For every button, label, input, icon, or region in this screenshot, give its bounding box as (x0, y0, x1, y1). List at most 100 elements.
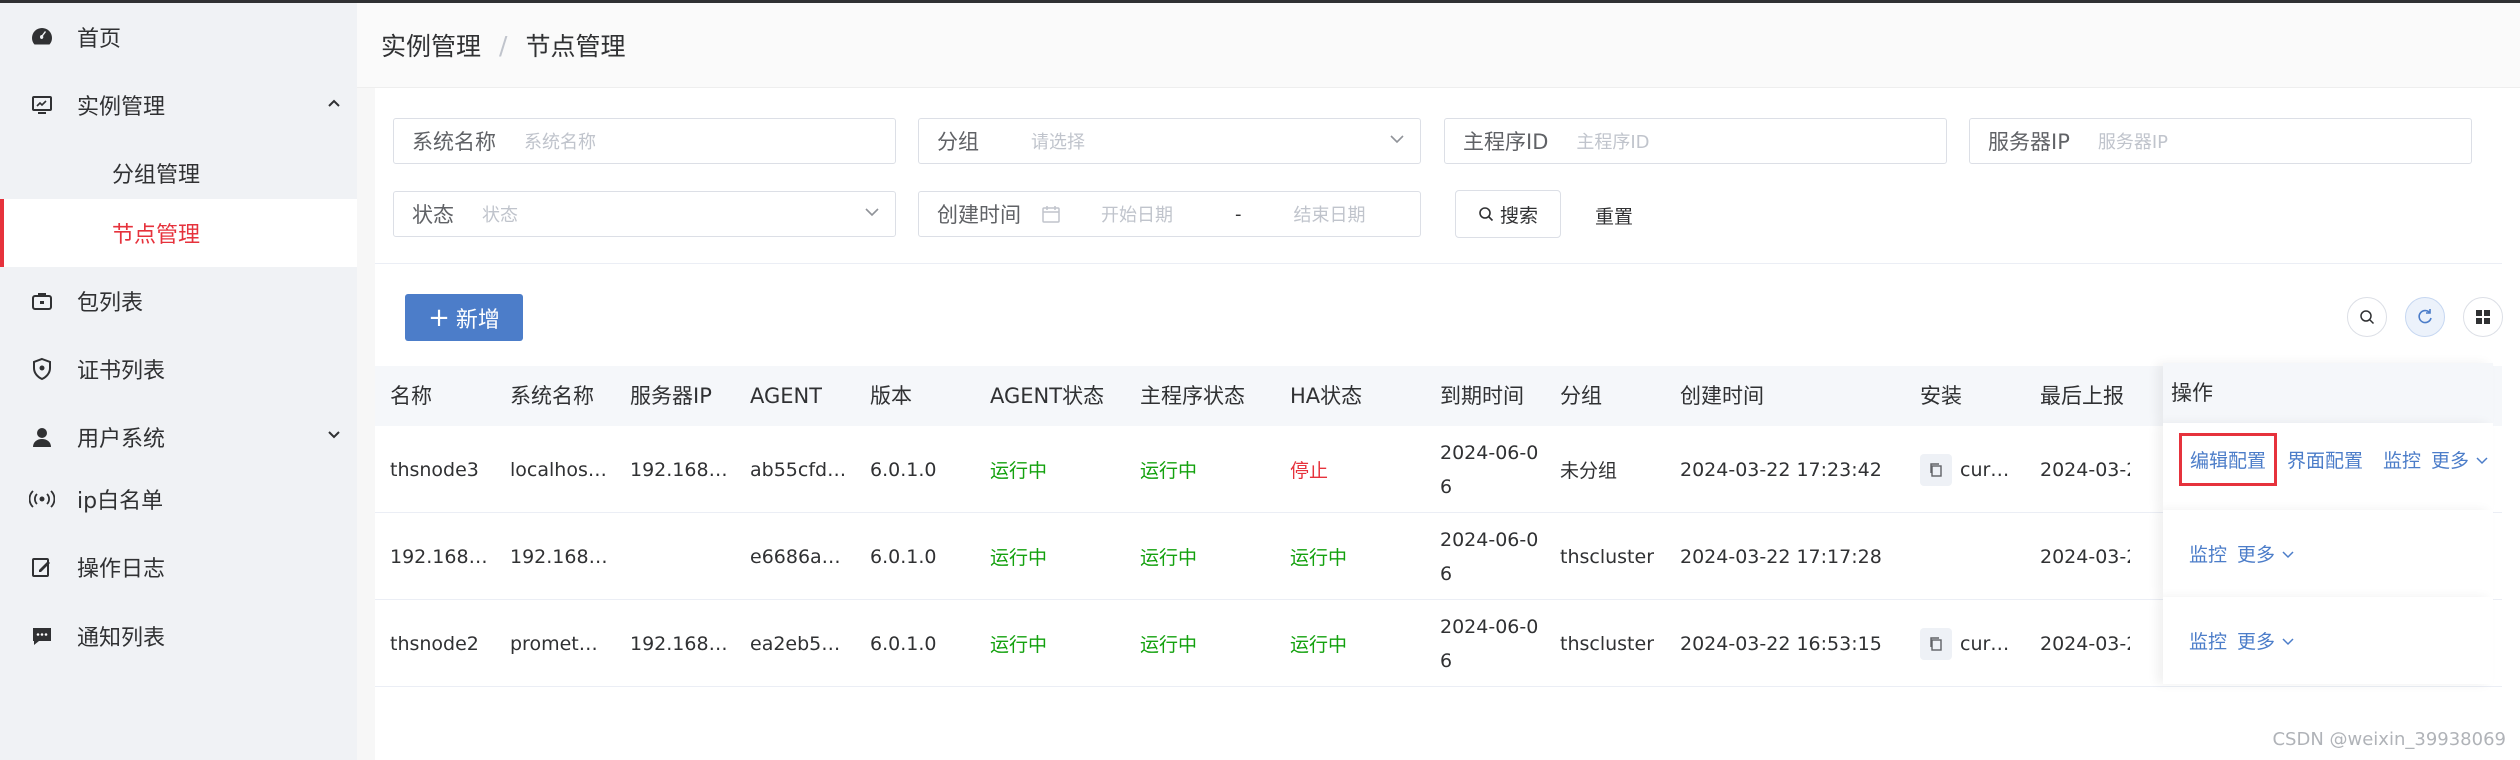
main-program-id-field[interactable]: 主程序ID 主程序ID (1444, 118, 1947, 164)
more-dropdown[interactable]: 更多 (2431, 446, 2489, 473)
sidebar-item-group-management[interactable]: 分组管理 (0, 139, 357, 207)
breadcrumb-item[interactable]: 实例管理 (381, 27, 481, 63)
column-header-operations: 操作 (2171, 381, 2213, 405)
cell-agent: ab55cfd… (750, 458, 847, 481)
search-icon (2359, 309, 2375, 325)
field-label: 服务器IP (1988, 130, 2070, 154)
cell-system-name: promet… (510, 632, 598, 655)
cell-agent-status: 运行中 (990, 634, 1048, 656)
cell-agent-status: 运行中 (990, 547, 1048, 569)
cell-expire-time: 2024-06-0 6 (1440, 513, 1540, 600)
sidebar-item-package-list[interactable]: 包列表 (0, 267, 357, 335)
expire-date: 2024-06-0 (1440, 441, 1539, 464)
monitor-icon (28, 91, 56, 119)
sidebar-item-node-management[interactable]: 节点管理 (0, 199, 357, 267)
ops-column-header: 操作 (2163, 363, 2493, 423)
sidebar-item-certificate-list[interactable]: 证书列表 (0, 335, 357, 403)
breadcrumb: 实例管理 / 节点管理 (357, 3, 2520, 88)
expire-date: 2024-06-0 (1440, 615, 1539, 638)
install-command: cur… (1960, 632, 2010, 655)
column-header-created-time: 创建时间 (1680, 384, 1764, 408)
field-label: 创建时间 (937, 203, 1021, 227)
dashboard-icon (28, 23, 56, 51)
cell-ha-status: 运行中 (1290, 547, 1348, 569)
sidebar-item-label: 证书列表 (77, 359, 166, 384)
copy-icon[interactable] (1920, 453, 1952, 486)
column-settings-button[interactable] (2463, 297, 2503, 337)
table-search-toggle[interactable] (2347, 297, 2387, 337)
group-select[interactable]: 分组 请选择 (918, 118, 1421, 164)
monitor-link[interactable]: 监控 (2189, 540, 2227, 567)
add-button[interactable]: + 新增 (405, 294, 523, 341)
column-header-install: 安装 (1920, 384, 1962, 408)
copy-icon[interactable] (1920, 627, 1952, 660)
more-label: 更多 (2431, 450, 2470, 472)
column-header-name: 名称 (390, 384, 432, 408)
cell-expire-time: 2024-06-0 6 (1440, 426, 1540, 513)
cell-install: cur… (1920, 426, 2009, 513)
sidebar-item-instance-management[interactable]: 实例管理 (0, 71, 357, 139)
column-header-system-name: 系统名称 (510, 384, 594, 408)
sidebar-item-notification-list[interactable]: 通知列表 (0, 602, 357, 670)
chevron-down-icon (863, 203, 881, 226)
field-label: 系统名称 (412, 130, 496, 154)
created-time-range[interactable]: 创建时间 开始日期 - 结束日期 (918, 191, 1421, 237)
ui-config-link[interactable]: 界面配置 (2287, 446, 2363, 473)
expire-date: 2024-06-0 (1440, 528, 1539, 551)
breadcrumb-current: 节点管理 (525, 32, 626, 61)
cell-last-report: 2024-03-2 (2040, 632, 2130, 655)
monitor-link[interactable]: 监控 (2383, 446, 2421, 473)
sidebar-item-label: 分组管理 (112, 163, 201, 188)
search-button[interactable]: 搜索 (1455, 190, 1561, 238)
field-label: 分组 (937, 130, 979, 154)
chevron-down-icon (325, 425, 343, 449)
cell-agent: ea2eb5… (750, 632, 841, 655)
column-header-main-status: 主程序状态 (1140, 384, 1245, 408)
reset-button[interactable]: 重置 (1595, 202, 1633, 229)
field-label: 状态 (412, 203, 454, 227)
plus-icon: + (428, 302, 450, 333)
system-name-field[interactable]: 系统名称 系统名称 (393, 118, 896, 164)
cell-main-status: 运行中 (1140, 634, 1198, 656)
server-ip-field[interactable]: 服务器IP 服务器IP (1969, 118, 2472, 164)
calendar-icon (1041, 204, 1061, 224)
sidebar-item-label: 用户系统 (77, 427, 166, 452)
cell-agent-status: 运行中 (990, 460, 1048, 482)
more-dropdown[interactable]: 更多 (2237, 540, 2295, 567)
main-program-id-input[interactable]: 主程序ID (1576, 128, 1649, 154)
cell-created-time: 2024-03-22 17:17:28 (1680, 545, 1882, 568)
cell-version: 6.0.1.0 (870, 458, 937, 481)
breadcrumb-separator: / (499, 30, 508, 60)
cell-server-ip: 192.168… (630, 458, 728, 481)
range-separator: - (1235, 203, 1242, 225)
more-dropdown[interactable]: 更多 (2237, 627, 2295, 654)
field-label: 主程序ID (1463, 130, 1549, 154)
sidebar-item-home[interactable]: 首页 (0, 3, 357, 71)
search-button-label: 搜索 (1499, 204, 1538, 227)
server-ip-input[interactable]: 服务器IP (2098, 128, 2168, 154)
column-header-expire-time: 到期时间 (1440, 384, 1524, 408)
install-command: cur… (1960, 458, 2010, 481)
sidebar-item-label: 通知列表 (77, 626, 166, 651)
end-date-input[interactable]: 结束日期 (1294, 201, 1366, 227)
sidebar-item-ip-whitelist[interactable]: ip白名单 (0, 465, 357, 533)
status-select[interactable]: 状态 状态 (393, 191, 896, 237)
edit-config-link[interactable]: 编辑配置 (2179, 433, 2278, 486)
divider (375, 263, 2502, 264)
start-date-input[interactable]: 开始日期 (1101, 201, 1173, 227)
sidebar-item-label: 操作日志 (77, 557, 166, 582)
cell-version: 6.0.1.0 (870, 545, 937, 568)
cell-ha-status: 运行中 (1290, 634, 1348, 656)
watermark: CSDN @weixin_39938069 (2272, 729, 2506, 750)
cell-group: thscluster (1560, 545, 1655, 568)
edit-icon (28, 553, 56, 581)
sidebar-item-operation-log[interactable]: 操作日志 (0, 533, 357, 601)
cell-group: 未分组 (1560, 460, 1618, 482)
cell-group: thscluster (1560, 632, 1655, 655)
system-name-input[interactable]: 系统名称 (524, 128, 596, 154)
monitor-link[interactable]: 监控 (2189, 627, 2227, 654)
sidebar-item-user-system[interactable]: 用户系统 (0, 403, 357, 471)
cell-name: 192.168… (390, 545, 488, 568)
refresh-button[interactable] (2405, 297, 2445, 337)
cell-agent: e6686a… (750, 545, 841, 568)
